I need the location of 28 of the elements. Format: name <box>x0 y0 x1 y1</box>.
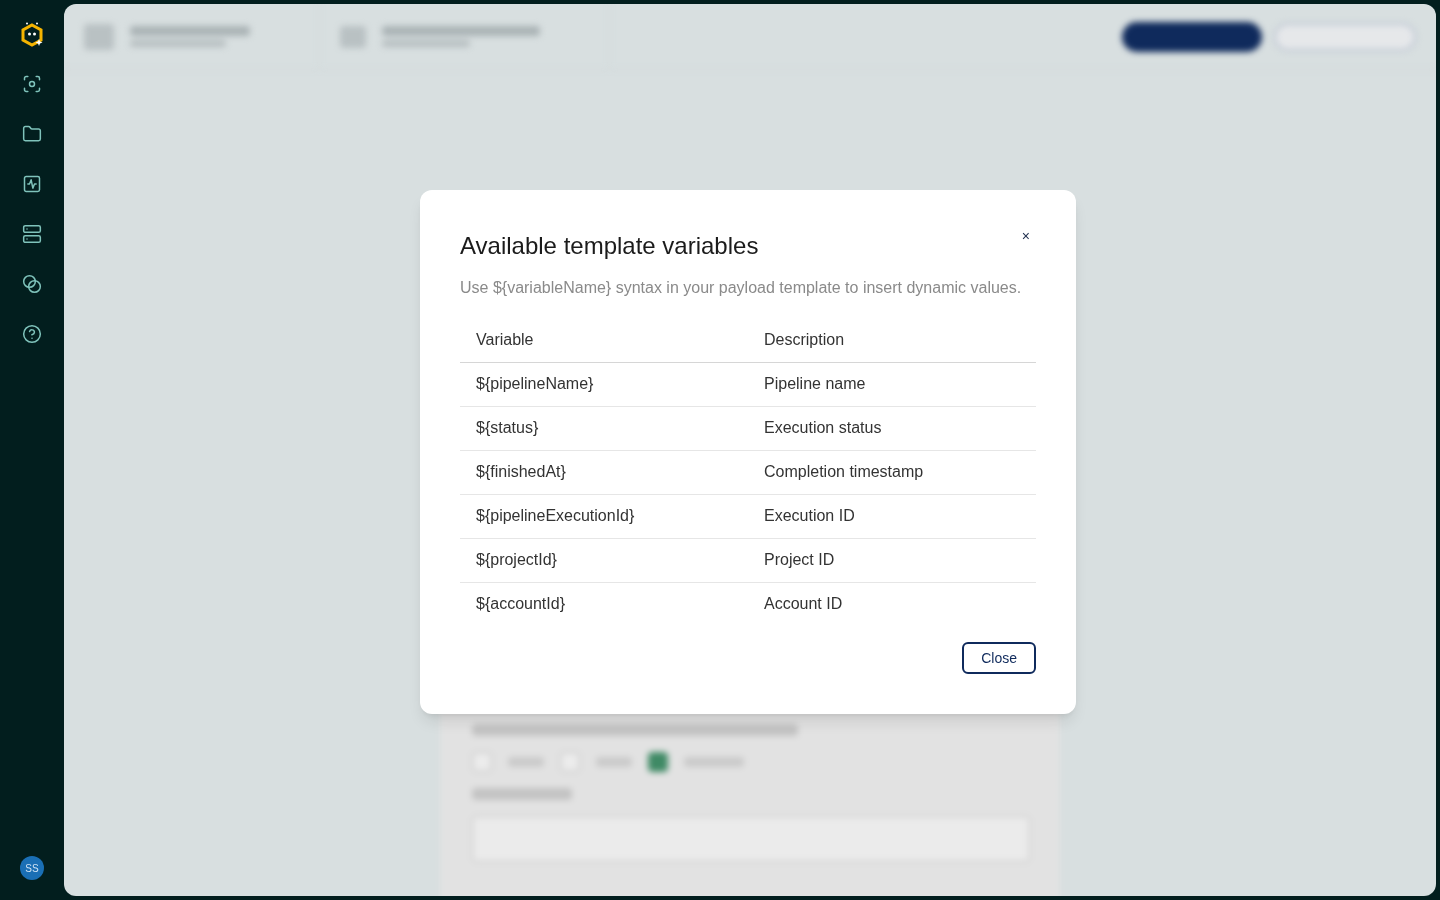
overlapping-circles-icon[interactable] <box>22 274 42 294</box>
table-cell: Execution ID <box>748 494 1036 538</box>
table-cell: ${pipelineExecutionId} <box>460 494 748 538</box>
dialog-title: Available template variables <box>460 231 759 261</box>
help-icon[interactable] <box>22 324 42 344</box>
table-cell: ${finishedAt} <box>460 450 748 494</box>
dialog-description: Use ${variableName} syntax in your payload template to insert dynamic values. <box>460 278 1023 298</box>
column-header: Description <box>748 318 1036 362</box>
table-cell: ${projectId} <box>460 538 748 582</box>
column-header: Variable <box>460 318 748 362</box>
table-cell: Account ID <box>748 582 1036 626</box>
blurred-icon <box>84 23 114 50</box>
table-cell: ${status} <box>460 406 748 450</box>
folder-icon[interactable] <box>22 124 42 144</box>
table-cell: Execution status <box>748 406 1036 450</box>
logo-icon[interactable] <box>20 22 44 48</box>
user-avatar[interactable]: SS <box>20 856 44 880</box>
focus-icon[interactable] <box>22 74 42 94</box>
table-cell: Pipeline name <box>748 362 1036 406</box>
activity-chart-icon[interactable] <box>22 174 42 194</box>
blurred-icon <box>340 25 366 48</box>
table-cell: ${accountId} <box>460 582 748 626</box>
close-dialog-button[interactable]: Close <box>962 642 1036 674</box>
server-icon[interactable] <box>22 224 42 244</box>
table-cell: Project ID <box>748 538 1036 582</box>
close-button[interactable]: × <box>1017 226 1034 247</box>
table-cell: Completion timestamp <box>748 450 1036 494</box>
table-cell: ${pipelineName} <box>460 362 748 406</box>
